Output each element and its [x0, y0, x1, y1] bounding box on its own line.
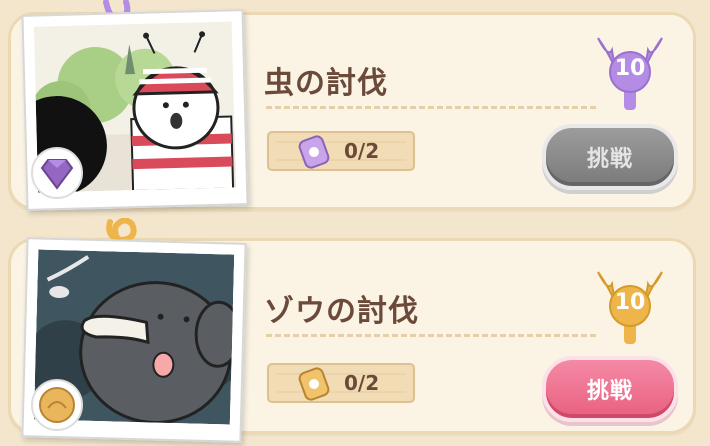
reward-value: 10: [614, 56, 646, 81]
progress-count: 0/2: [344, 371, 380, 395]
challenge-button[interactable]: 挑戦: [542, 356, 678, 422]
coin-icon: [30, 378, 84, 436]
quest-title: ゾウの討伐: [264, 294, 419, 329]
divider: [266, 334, 596, 337]
gem-icon: [30, 146, 84, 204]
progress-count: 0/2: [344, 139, 380, 163]
reward-badge: 10: [592, 262, 668, 348]
progress-plank: 0/2: [266, 128, 416, 174]
reward-value: 10: [614, 290, 646, 315]
quest-title: 虫の討伐: [264, 66, 388, 101]
progress-plank: 0/2: [266, 360, 416, 406]
challenge-button[interactable]: 挑戦: [542, 124, 678, 190]
divider: [266, 106, 596, 109]
reward-badge: 10: [592, 28, 668, 114]
